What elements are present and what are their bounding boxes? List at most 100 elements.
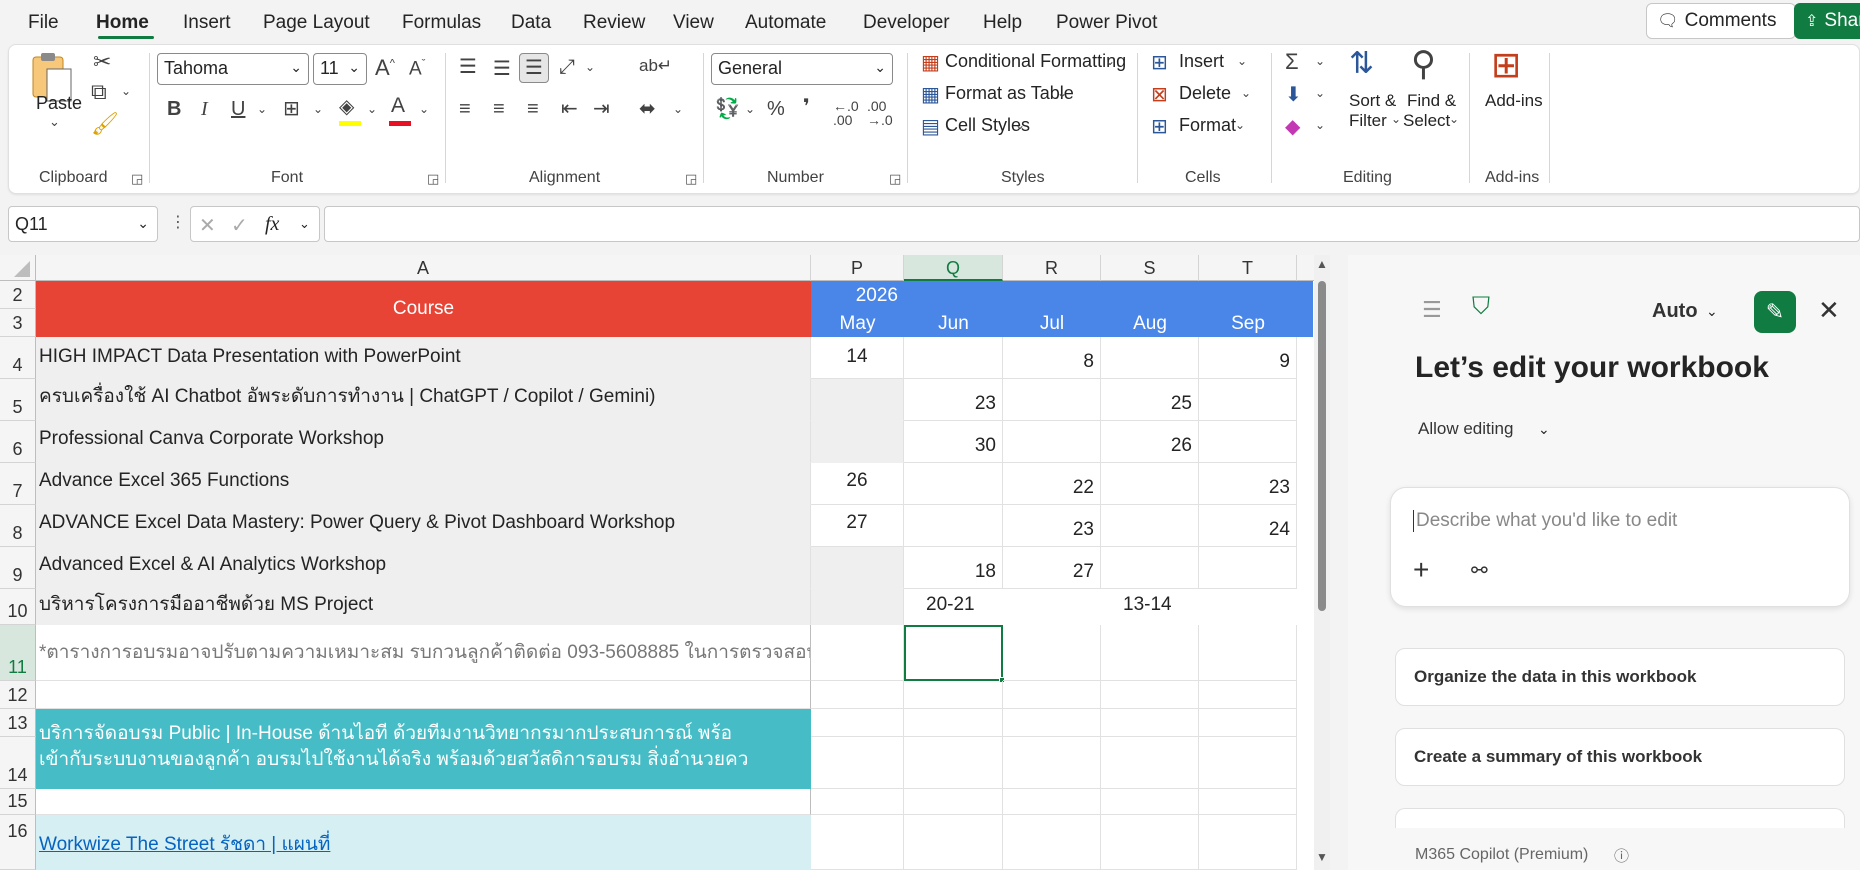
menu-automate[interactable]: Automate bbox=[745, 12, 826, 34]
empty-cell[interactable] bbox=[36, 789, 811, 815]
menu-power-pivot[interactable]: Power Pivot bbox=[1056, 12, 1157, 34]
formula-input[interactable] bbox=[324, 206, 1860, 242]
column-header-a[interactable]: A bbox=[36, 255, 811, 281]
row-header-3[interactable]: 3 bbox=[0, 309, 36, 337]
column-header-q[interactable]: Q bbox=[904, 255, 1003, 281]
dialog-launcher-icon[interactable]: ◲ bbox=[889, 171, 901, 187]
fill-icon[interactable]: ⬇ bbox=[1285, 85, 1302, 105]
empty-cell[interactable] bbox=[1003, 625, 1101, 681]
prompt-box[interactable]: Describe what you'd like to edit + ⚯ bbox=[1390, 487, 1850, 607]
delete-cells-button[interactable]: Delete bbox=[1179, 83, 1231, 104]
italic-button[interactable]: I bbox=[201, 99, 208, 119]
note-cell[interactable]: *ตารางการอบรมอาจปรับตามความเหมาะสม รบกวน… bbox=[36, 625, 811, 681]
align-top-icon[interactable]: ☰ bbox=[459, 57, 477, 77]
month-aug[interactable]: Aug bbox=[1101, 313, 1199, 335]
empty-cell[interactable] bbox=[1101, 681, 1199, 709]
chevron-down-icon[interactable]: ⌄ bbox=[1015, 119, 1025, 131]
date-cell[interactable] bbox=[1199, 589, 1297, 625]
empty-cell[interactable] bbox=[1101, 625, 1199, 681]
chevron-down-icon[interactable]: ⌄ bbox=[121, 85, 131, 97]
percent-icon[interactable]: % bbox=[767, 99, 785, 119]
allow-editing-dropdown[interactable]: Allow editing bbox=[1418, 419, 1513, 439]
enter-icon[interactable]: ✓ bbox=[231, 213, 248, 238]
add-ins-button[interactable]: Add-ins bbox=[1485, 91, 1543, 111]
copy-icon[interactable]: ⧉ bbox=[91, 81, 107, 103]
increase-decimal-icon[interactable]: ←.0.00 bbox=[833, 99, 859, 127]
cut-icon[interactable]: ✂ bbox=[93, 51, 111, 73]
find-select-line2[interactable]: Select bbox=[1403, 111, 1450, 131]
chevron-down-icon[interactable]: ⌄ bbox=[299, 216, 310, 232]
row-header-16[interactable]: 16 bbox=[0, 815, 36, 870]
date-cell[interactable] bbox=[1199, 421, 1297, 463]
date-cell[interactable] bbox=[1003, 379, 1101, 421]
month-sep[interactable]: Sep bbox=[1199, 313, 1297, 335]
chevron-down-icon[interactable]: ⌄ bbox=[1391, 113, 1401, 125]
insert-function-icon[interactable]: fx bbox=[265, 213, 279, 236]
insert-cells-icon[interactable]: ⊞ bbox=[1151, 53, 1168, 73]
date-cell[interactable] bbox=[904, 337, 1003, 379]
chevron-down-icon[interactable]: ⌄ bbox=[1105, 55, 1115, 67]
empty-cell[interactable] bbox=[1003, 737, 1101, 789]
row-header-9[interactable]: 9 bbox=[0, 547, 36, 589]
conditional-formatting-button[interactable]: Conditional Formatting bbox=[945, 51, 1126, 72]
empty-cell[interactable] bbox=[1003, 789, 1101, 815]
row-header-4[interactable]: 4 bbox=[0, 337, 36, 379]
empty-cell[interactable] bbox=[1003, 709, 1101, 737]
vertical-scrollbar[interactable]: ▲ ▼ bbox=[1314, 255, 1330, 870]
date-cell[interactable] bbox=[1101, 505, 1199, 547]
date-cell[interactable] bbox=[811, 421, 904, 463]
clear-icon[interactable]: ◆ bbox=[1285, 117, 1300, 137]
font-color-icon[interactable]: A bbox=[391, 95, 405, 116]
empty-cell[interactable] bbox=[904, 789, 1003, 815]
date-cell[interactable] bbox=[904, 505, 1003, 547]
row-header-12[interactable]: 12 bbox=[0, 681, 36, 709]
empty-cell[interactable] bbox=[1199, 789, 1297, 815]
menu-help[interactable]: Help bbox=[983, 12, 1022, 34]
month-may[interactable]: May bbox=[811, 313, 904, 335]
date-cell[interactable]: 27 bbox=[1003, 547, 1101, 589]
info-icon[interactable]: ⓘ bbox=[1614, 845, 1629, 866]
row-header-13[interactable]: 13 bbox=[0, 709, 36, 737]
align-left-icon[interactable]: ≡ bbox=[459, 99, 471, 119]
date-cell[interactable]: 22 bbox=[1003, 463, 1101, 505]
column-header-p[interactable]: P bbox=[811, 255, 904, 281]
empty-cell[interactable] bbox=[904, 737, 1003, 789]
row-header-15[interactable]: 15 bbox=[0, 789, 36, 815]
insert-cells-button[interactable]: Insert bbox=[1179, 51, 1224, 72]
course-cell[interactable]: ADVANCE Excel Data Mastery: Power Query … bbox=[36, 505, 811, 547]
month-jul[interactable]: Jul bbox=[1003, 313, 1101, 335]
date-cell[interactable] bbox=[1003, 589, 1101, 625]
scrollbar-thumb[interactable] bbox=[1318, 281, 1326, 611]
empty-cell[interactable] bbox=[904, 709, 1003, 737]
row-header-5[interactable]: 5 bbox=[0, 379, 36, 421]
menu-file[interactable]: File bbox=[28, 12, 59, 34]
row-header-6[interactable]: 6 bbox=[0, 421, 36, 463]
row-header-7[interactable]: 7 bbox=[0, 463, 36, 505]
menu-insert[interactable]: Insert bbox=[183, 12, 231, 34]
add-icon[interactable]: + bbox=[1413, 554, 1429, 586]
dialog-launcher-icon[interactable]: ◲ bbox=[427, 171, 439, 187]
empty-cell[interactable] bbox=[1101, 709, 1199, 737]
format-as-table-icon[interactable]: ▦ bbox=[921, 85, 940, 105]
merge-center-icon[interactable]: ⬌ bbox=[639, 99, 656, 119]
date-cell[interactable]: 14 bbox=[811, 337, 904, 379]
empty-cell[interactable] bbox=[1101, 789, 1199, 815]
underline-button[interactable]: U bbox=[231, 99, 245, 119]
dialog-launcher-icon[interactable]: ◲ bbox=[131, 171, 143, 187]
menu-home[interactable]: Home bbox=[96, 12, 149, 34]
row-header-14[interactable]: 14 bbox=[0, 737, 36, 789]
date-cell[interactable]: 23 bbox=[904, 379, 1003, 421]
row-header-10[interactable]: 10 bbox=[0, 589, 36, 625]
empty-cell[interactable] bbox=[36, 681, 811, 709]
date-cell[interactable]: 23 bbox=[1003, 505, 1101, 547]
cancel-icon[interactable]: ✕ bbox=[199, 213, 216, 238]
autosum-icon[interactable]: Σ bbox=[1285, 51, 1299, 73]
date-cell[interactable] bbox=[904, 463, 1003, 505]
year-label[interactable]: 2026 bbox=[811, 285, 904, 307]
align-bottom-button[interactable]: ☰ bbox=[519, 53, 549, 83]
align-middle-icon[interactable]: ☰ bbox=[493, 59, 511, 79]
conditional-formatting-icon[interactable]: ▦ bbox=[921, 53, 940, 73]
find-select-line1[interactable]: Find & bbox=[1407, 91, 1456, 111]
date-cell[interactable]: 30 bbox=[904, 421, 1003, 463]
wrap-text-icon[interactable]: ab↵ bbox=[639, 57, 672, 74]
